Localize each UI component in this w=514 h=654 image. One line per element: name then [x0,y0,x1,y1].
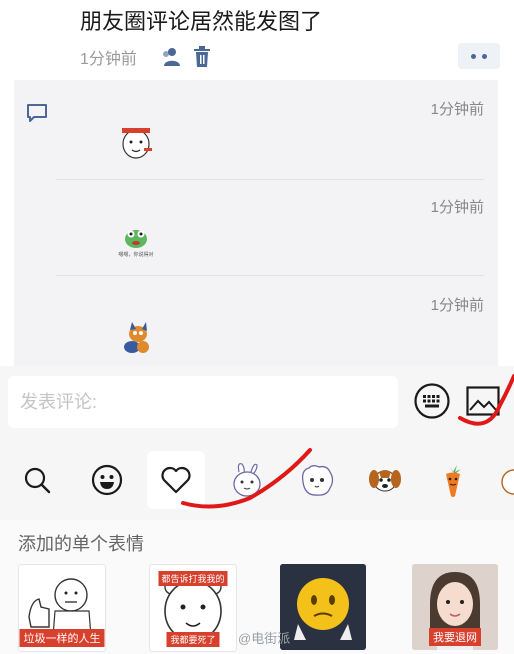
search-icon [24,467,51,494]
search-tab[interactable] [8,451,66,509]
dot-icon [482,53,487,59]
comment-item[interactable]: 1分钟前 [56,276,484,366]
keyboard-icon[interactable] [414,383,450,419]
post-title: 朋友圈评论居然能发图了 [80,9,323,34]
comment-time: 1分钟前 [430,101,484,118]
sticker-top-caption: 都告诉打我我的 [158,571,228,586]
carrot-sticker-tab[interactable] [424,451,482,509]
trash-icon[interactable] [192,46,214,68]
heart-icon [161,466,191,494]
watermark: @电街派 [238,631,291,646]
dot-icon [471,53,476,59]
favorites-tab[interactable] [147,451,205,509]
comment-item[interactable]: 1分钟前 [56,96,484,180]
comment-input[interactable] [8,376,392,428]
comment-input-box[interactable] [8,376,398,428]
fluffy-cat-sticker-tab[interactable] [288,451,346,509]
fox-sticker[interactable] [118,320,154,356]
post-time: 1分钟前 [80,51,137,68]
sticker-caption: 我都要死了 [166,632,220,647]
comment-bubble-icon [26,103,48,128]
sticker-panel-title: 添加的单个表情 [18,534,144,554]
green-frog-sticker[interactable]: 嗯嗯，你说得对 [118,222,154,258]
more-button[interactable] [458,43,500,69]
sticker-caption: 垃圾一样的人生 [19,629,105,647]
comment-time: 1分钟前 [430,297,484,314]
comment-time: 1分钟前 [430,199,484,216]
smiley-icon [91,464,123,496]
comment-item[interactable]: 1分钟前 嗯嗯，你说得对 [56,180,484,276]
bear-sticker[interactable]: 都告诉打我我的 我都要死了 [149,564,237,652]
girl-photo-sticker[interactable]: 我要退网 [412,564,498,650]
sad-emoji-sticker[interactable] [280,564,366,650]
image-icon[interactable] [466,386,500,416]
sticker-caption: 嗯嗯，你说得对 [118,252,154,258]
smiley-tab[interactable] [78,451,136,509]
sticker-caption: 我要退网 [429,628,481,646]
visibility-people-icon[interactable] [160,46,182,68]
dog-sticker-tab[interactable] [356,451,414,509]
bear-face-sticker[interactable] [118,124,154,160]
bunny-sticker-tab[interactable] [218,451,276,509]
more-sticker-tab[interactable] [494,451,514,509]
thumbs-up-sticker[interactable]: 垃圾一样的人生 [18,564,106,652]
